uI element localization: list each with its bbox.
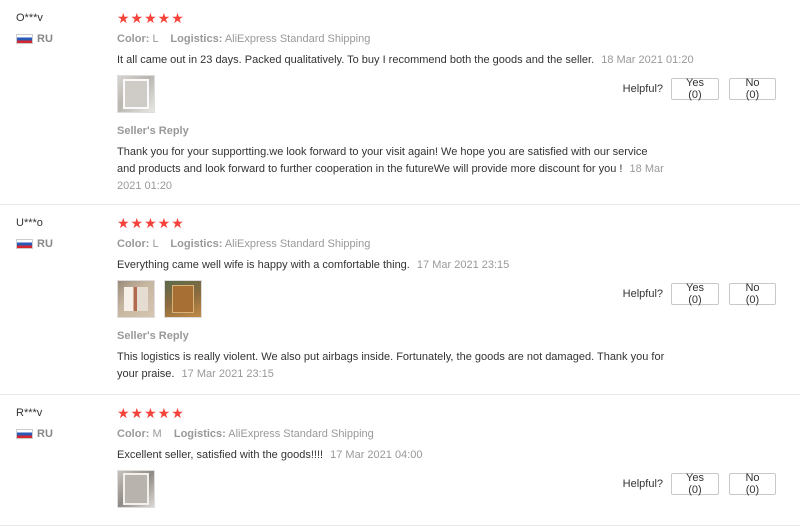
review-meta: Color: L Logistics: AliExpress Standard … <box>117 238 776 250</box>
reviewer-name: R***v <box>16 407 43 419</box>
reviewer-country: RU <box>16 33 53 45</box>
helpful-yes-button[interactable]: Yes (0) <box>671 472 719 496</box>
reviewer-name: U***o <box>16 217 43 229</box>
helpful-no-button[interactable]: No (0) <box>729 77 776 101</box>
color-value: L <box>152 33 159 45</box>
helpful-voting: Helpful? Yes (0) No (0) <box>622 282 776 306</box>
flag-icon <box>16 239 33 249</box>
sellers-reply-text: This logistics is really violent. We als… <box>117 349 667 383</box>
country-code: RU <box>37 238 53 250</box>
logistics-value: AliExpress Standard Shipping <box>228 428 374 440</box>
helpful-voting: Helpful? Yes (0) No (0) <box>622 472 776 496</box>
reviewer-country: RU <box>16 238 53 250</box>
logistics-label: Logistics: <box>170 238 223 250</box>
star-rating: ★★★★★ <box>117 405 185 421</box>
logistics-value: AliExpress Standard Shipping <box>224 238 371 250</box>
helpful-label: Helpful? <box>622 478 663 490</box>
review-body: Excellent seller, satisfied with the goo… <box>117 449 324 461</box>
review-photo-thumbnail[interactable] <box>164 280 202 318</box>
country-code: RU <box>37 33 53 45</box>
logistics-label: Logistics: <box>173 428 226 440</box>
color-value: M <box>152 428 162 440</box>
helpful-yes-button[interactable]: Yes (0) <box>671 282 719 306</box>
helpful-no-button[interactable]: No (0) <box>729 472 776 496</box>
review-item: U***o RU ★★★★★ Color: L Logistics: AliEx… <box>0 205 800 395</box>
reviewer-country: RU <box>16 428 53 440</box>
reviewer-name: O***v <box>16 12 43 24</box>
review-item: R***v RU ★★★★★ Color: M Logistics: AliEx… <box>0 395 800 526</box>
flag-icon <box>16 429 33 439</box>
review-date: 18 Mar 2021 01:20 <box>601 54 694 66</box>
flag-icon <box>16 34 33 44</box>
country-code: RU <box>37 428 53 440</box>
sellers-reply-text: Thank you for your supportting.we look f… <box>117 144 667 195</box>
reply-body: Thank you for your supportting.we look f… <box>117 146 648 175</box>
reviewer-info: U***o RU <box>16 217 53 250</box>
review-meta: Color: M Logistics: AliExpress Standard … <box>117 428 776 440</box>
reviewer-info: O***v RU <box>16 12 53 45</box>
helpful-no-button[interactable]: No (0) <box>729 282 776 306</box>
review-photo-thumbnail[interactable] <box>117 280 155 318</box>
helpful-label: Helpful? <box>622 83 663 95</box>
review-body: It all came out in 23 days. Packed quali… <box>117 54 595 66</box>
star-rating: ★★★★★ <box>117 215 185 231</box>
helpful-voting: Helpful? Yes (0) No (0) <box>622 77 776 101</box>
helpful-yes-button[interactable]: Yes (0) <box>671 77 719 101</box>
color-label: Color: <box>117 238 150 250</box>
color-value: L <box>152 238 159 250</box>
helpful-label: Helpful? <box>622 288 663 300</box>
reviewer-info: R***v RU <box>16 407 53 440</box>
review-photo-thumbnail[interactable] <box>117 75 155 113</box>
review-date: 17 Mar 2021 04:00 <box>330 449 423 461</box>
review-text: Excellent seller, satisfied with the goo… <box>117 447 776 464</box>
sellers-reply-heading: Seller's Reply <box>117 125 189 137</box>
review-content: ★★★★★ Color: L Logistics: AliExpress Sta… <box>117 10 776 195</box>
review-body: Everything came well wife is happy with … <box>117 259 410 271</box>
reply-date: 17 Mar 2021 23:15 <box>181 368 274 380</box>
review-photo-thumbnail[interactable] <box>117 470 155 508</box>
sellers-reply-heading: Seller's Reply <box>117 330 189 342</box>
review-meta: Color: L Logistics: AliExpress Standard … <box>117 33 776 45</box>
star-rating: ★★★★★ <box>117 10 185 26</box>
review-text: It all came out in 23 days. Packed quali… <box>117 52 776 69</box>
review-date: 17 Mar 2021 23:15 <box>416 259 510 271</box>
logistics-value: AliExpress Standard Shipping <box>224 33 371 45</box>
logistics-label: Logistics: <box>170 33 223 45</box>
color-label: Color: <box>117 33 150 45</box>
review-text: Everything came well wife is happy with … <box>117 257 776 274</box>
review-item: O***v RU ★★★★★ Color: L Logistics: AliEx… <box>0 0 800 205</box>
color-label: Color: <box>117 428 150 440</box>
